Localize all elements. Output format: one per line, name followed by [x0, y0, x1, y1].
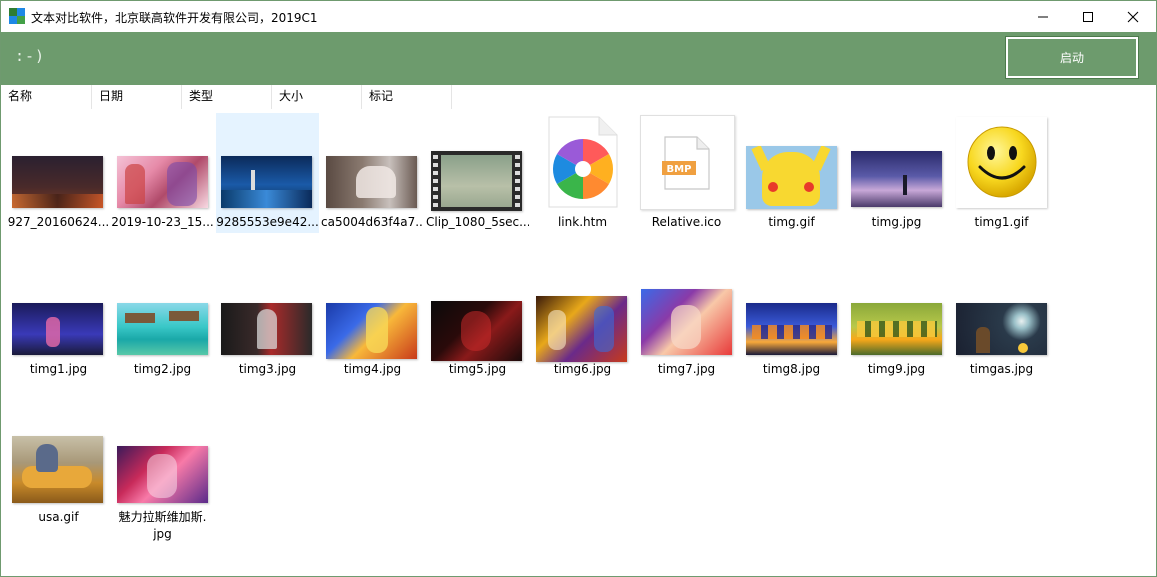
thumbnail: [851, 151, 942, 207]
close-button[interactable]: [1110, 1, 1156, 32]
file-name-extension: jpg: [153, 527, 172, 541]
thumbnail: [326, 156, 417, 208]
thumbnail: [746, 146, 837, 209]
title-bar[interactable]: 文本对比软件，北京联高软件开发有限公司，2019C1: [1, 1, 1156, 32]
video-film-icon: [431, 151, 522, 211]
thumbnail: [431, 301, 522, 361]
window-title: 文本对比软件，北京联高软件开发有限公司，2019C1: [31, 11, 318, 25]
file-name: timg1.gif: [974, 215, 1029, 229]
file-item[interactable]: 魅力拉斯维加斯. jpg: [111, 409, 214, 549]
app-window: 文本对比软件，北京联高软件开发有限公司，2019C1 :-) 启动 名称 日期 …: [0, 0, 1157, 577]
file-name: 魅力拉斯维加斯.: [118, 510, 207, 524]
start-button[interactable]: 启动: [1005, 36, 1139, 79]
column-date[interactable]: 日期: [92, 85, 182, 109]
thumbnail: [326, 303, 417, 359]
file-item[interactable]: timg9.jpg: [845, 261, 948, 381]
close-icon: [1127, 11, 1139, 22]
file-item[interactable]: timg3.jpg: [216, 261, 319, 381]
file-item[interactable]: timg1.gif: [950, 113, 1053, 233]
app-grid-icon: [9, 8, 25, 24]
file-item[interactable]: timg5.jpg: [426, 261, 529, 381]
file-item[interactable]: usa.gif: [7, 409, 110, 549]
svg-text:BMP: BMP: [667, 164, 692, 175]
file-item[interactable]: timg7.jpg: [635, 261, 738, 381]
file-name: timg6.jpg: [553, 362, 612, 376]
thumbnail: [117, 156, 208, 208]
status-text: :-): [15, 47, 46, 65]
thumbnail: [221, 156, 312, 208]
file-item[interactable]: timg.gif: [740, 113, 843, 233]
file-name: 2019-10-23_15...: [111, 215, 214, 229]
file-name: timg5.jpg: [448, 362, 507, 376]
file-name: Relative.ico: [651, 215, 722, 229]
file-item[interactable]: Clip_1080_5sec...: [426, 113, 529, 233]
file-list: 927_20160624... 2019-10-23_15... 9285553…: [1, 109, 1156, 576]
thumbnail: [12, 436, 103, 503]
file-name: usa.gif: [38, 510, 79, 524]
file-name: timg.gif: [768, 215, 815, 229]
file-item[interactable]: timg.jpg: [845, 113, 948, 233]
file-name: timg4.jpg: [343, 362, 402, 376]
file-name: 9285553e9e42...: [216, 215, 319, 229]
file-name: ca5004d63f4a7...: [321, 215, 424, 229]
file-item[interactable]: timg6.jpg: [531, 261, 634, 381]
htm-pinwheel-icon: [548, 116, 618, 208]
file-item[interactable]: timgas.jpg: [950, 261, 1053, 381]
file-name: timg1.jpg: [29, 362, 88, 376]
file-item[interactable]: timg8.jpg: [740, 261, 843, 381]
file-item[interactable]: 927_20160624...: [7, 113, 110, 233]
file-item[interactable]: BMP Relative.ico: [635, 113, 738, 233]
file-name: timg3.jpg: [238, 362, 297, 376]
column-type[interactable]: 类型: [182, 85, 272, 109]
file-item[interactable]: ca5004d63f4a7...: [321, 113, 424, 233]
column-name[interactable]: 名称: [1, 85, 92, 109]
thumbnail: [536, 296, 627, 362]
file-item[interactable]: link.htm: [531, 113, 634, 233]
minimize-button[interactable]: [1020, 1, 1066, 32]
thumbnail: [12, 156, 103, 208]
file-item[interactable]: 2019-10-23_15...: [111, 113, 214, 233]
thumbnail: [117, 303, 208, 355]
file-name: link.htm: [557, 215, 608, 229]
thumbnail: [12, 303, 103, 355]
file-item[interactable]: timg4.jpg: [321, 261, 424, 381]
file-name: timg7.jpg: [657, 362, 716, 376]
thumbnail: [956, 303, 1047, 355]
file-name: timg2.jpg: [133, 362, 192, 376]
maximize-icon: [1083, 11, 1093, 22]
thumbnail: [851, 303, 942, 355]
smiley-face-icon: [967, 126, 1037, 198]
column-size[interactable]: 大小: [272, 85, 362, 109]
column-mark[interactable]: 标记: [362, 85, 452, 109]
file-item[interactable]: timg1.jpg: [7, 261, 110, 381]
thumbnail: [117, 446, 208, 503]
file-name: Clip_1080_5sec...: [426, 215, 529, 229]
file-name: timgas.jpg: [969, 362, 1034, 376]
file-name: timg9.jpg: [867, 362, 926, 376]
thumbnail: [746, 303, 837, 355]
minimize-icon: [1038, 16, 1048, 17]
toolbar: :-) 启动: [1, 32, 1156, 85]
thumbnail: [641, 289, 732, 355]
bmp-file-icon: BMP: [662, 136, 710, 190]
file-name: 927_20160624...: [7, 215, 110, 229]
file-name: timg.jpg: [871, 215, 922, 229]
maximize-button[interactable]: [1065, 1, 1111, 32]
thumbnail: [221, 303, 312, 355]
file-item[interactable]: timg2.jpg: [111, 261, 214, 381]
file-item-selected[interactable]: 9285553e9e42...: [216, 113, 319, 233]
column-header: 名称 日期 类型 大小 标记: [1, 85, 1156, 109]
file-name: timg8.jpg: [762, 362, 821, 376]
